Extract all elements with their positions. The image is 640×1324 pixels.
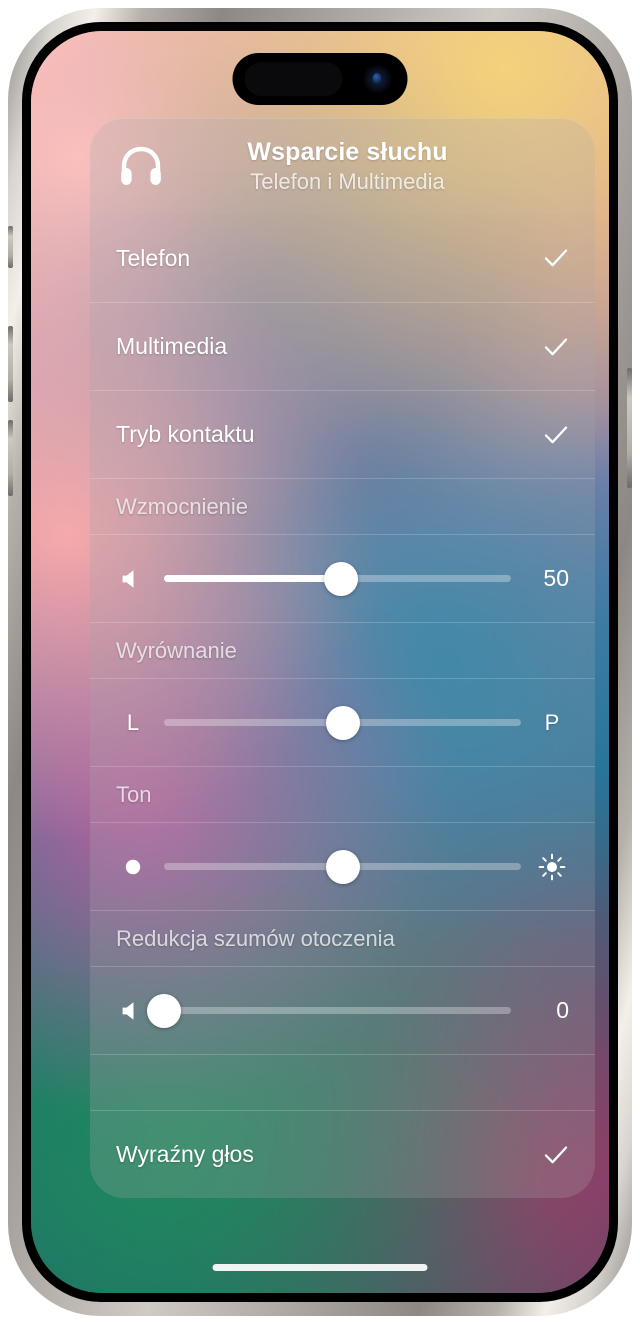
slider-thumb[interactable] xyxy=(325,705,360,740)
slider-row-ton[interactable] xyxy=(90,822,595,910)
checkmark-icon xyxy=(543,1142,569,1168)
slider-thumb[interactable] xyxy=(323,561,358,596)
speaker-icon xyxy=(116,1000,150,1022)
speaker-icon xyxy=(116,568,150,590)
balance-right-label: P xyxy=(544,709,560,735)
slider-row-wyrownanie[interactable]: L P xyxy=(90,678,595,766)
sun-icon xyxy=(535,853,569,881)
section-header-ton: Ton xyxy=(90,766,595,822)
toggle-label: Wyraźny głos xyxy=(116,1141,254,1167)
dynamic-island[interactable] xyxy=(232,53,408,105)
page-subtitle: Telefon i Multimedia xyxy=(250,168,445,194)
checkmark-icon xyxy=(543,334,569,360)
slider-track-ton[interactable] xyxy=(164,849,521,884)
section-title: Wyrównanie xyxy=(116,637,237,663)
toggle-label: Telefon xyxy=(116,244,191,271)
slider-row-redukcja-szumow[interactable]: 0 xyxy=(90,966,595,1054)
panel-header: Wsparcie słuchu Telefon i Multimedia xyxy=(90,118,595,214)
slider-thumb[interactable] xyxy=(325,849,360,884)
toggle-label: Multimedia xyxy=(116,333,228,359)
section-header-wyrownanie: Wyrównanie xyxy=(90,622,595,678)
action-button[interactable] xyxy=(8,226,13,268)
slider-track-redukcja-szumow[interactable] xyxy=(147,993,511,1028)
headphones-icon xyxy=(115,140,167,192)
phone-bezel: Wsparcie słuchu Telefon i Multimedia Tel… xyxy=(22,22,618,1302)
section-title: Wzmocnienie xyxy=(116,493,249,519)
toggle-row-wyrazny-glos[interactable]: Wyraźny głos xyxy=(90,1110,595,1198)
page-title: Wsparcie słuchu xyxy=(247,137,448,166)
section-title: Redukcja szumów otoczenia xyxy=(116,925,395,951)
balance-left-label: L xyxy=(126,709,140,735)
panel-spacer-row xyxy=(90,1054,595,1110)
front-camera-icon xyxy=(363,65,392,93)
slider-value-wzmocnienie: 50 xyxy=(543,565,569,591)
toggle-label: Tryb kontaktu xyxy=(116,421,255,447)
volume-up-button[interactable] xyxy=(8,326,13,402)
home-indicator[interactable] xyxy=(212,1264,428,1271)
section-header-wzmocnienie: Wzmocnienie xyxy=(90,478,595,534)
slider-row-wzmocnienie[interactable]: 50 xyxy=(90,534,595,622)
checkmark-icon xyxy=(543,245,569,271)
phone-frame: Wsparcie słuchu Telefon i Multimedia Tel… xyxy=(8,8,632,1316)
power-button[interactable] xyxy=(627,368,632,488)
volume-down-button[interactable] xyxy=(8,420,13,496)
slider-track-fill xyxy=(164,575,341,582)
hearing-assistance-panel: Wsparcie słuchu Telefon i Multimedia Tel… xyxy=(90,118,595,1198)
section-title: Ton xyxy=(116,781,152,807)
checkmark-icon xyxy=(543,422,569,448)
dot-icon xyxy=(116,857,150,877)
toggle-row-multimedia[interactable]: Multimedia xyxy=(90,302,595,390)
dynamic-island-pill xyxy=(244,62,343,96)
slider-track-wyrownanie[interactable] xyxy=(164,705,521,740)
section-header-redukcja-szumow: Redukcja szumów otoczenia xyxy=(90,910,595,966)
slider-thumb[interactable] xyxy=(147,993,181,1028)
slider-track-wzmocnienie[interactable] xyxy=(164,561,511,596)
slider-value-redukcja-szumow: 0 xyxy=(556,997,569,1023)
phone-screen: Wsparcie słuchu Telefon i Multimedia Tel… xyxy=(31,31,609,1293)
toggle-row-telefon[interactable]: Telefon xyxy=(90,214,595,302)
slider-track-background xyxy=(164,1007,511,1014)
toggle-row-tryb-kontaktu[interactable]: Tryb kontaktu xyxy=(90,390,595,478)
